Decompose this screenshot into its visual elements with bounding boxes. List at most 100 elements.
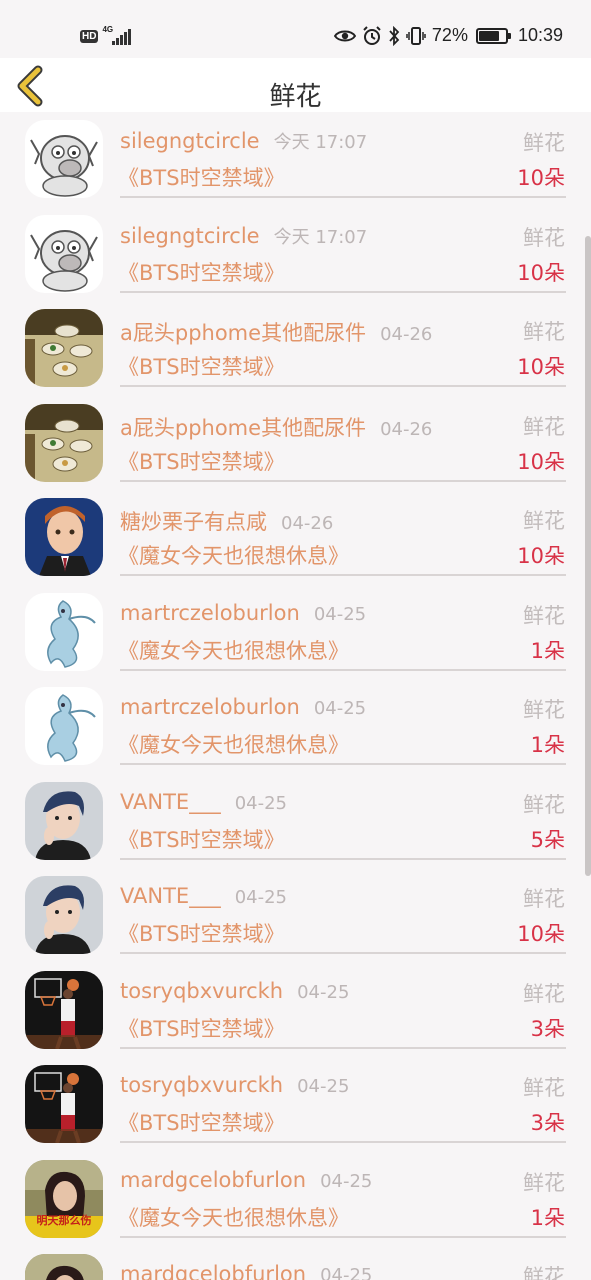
user-name-text: martrczeloburlon: [120, 600, 300, 625]
flower-count: 1朵: [530, 1205, 565, 1230]
man-avatar[interactable]: [25, 781, 103, 860]
bowls-avatar[interactable]: [25, 309, 103, 387]
user-name[interactable]: silegngtcircle 今天 17:07: [120, 223, 367, 249]
divider: [120, 196, 566, 198]
status-left: HD 4G: [80, 26, 132, 46]
divider: [120, 290, 566, 293]
flower-count: 10朵: [517, 260, 565, 285]
book-title-link[interactable]: 《魔女今天也很想休息》: [118, 729, 349, 759]
gift-type-label: 鲜花: [523, 509, 565, 533]
user-name[interactable]: silegngtcircle 今天 17:07: [120, 128, 367, 154]
elephant-avatar[interactable]: [25, 120, 103, 198]
list-item[interactable]: 明天那么伤 mardgcelobfurlon 04-25 鲜花 《魔女今天也很想休息》 1…: [0, 1152, 591, 1247]
user-name[interactable]: tosryqbxvurckh 04-25: [120, 979, 349, 1003]
book-title-link[interactable]: 《BTS时空禁域》: [118, 446, 285, 476]
bowls-avatar[interactable]: [25, 403, 103, 482]
gift-type-label: 鲜花: [523, 1076, 565, 1100]
user-name[interactable]: tosryqbxvurckh 04-25: [120, 1073, 349, 1097]
flower-count: 1朵: [530, 638, 565, 663]
gift-type-label: 鲜花: [523, 320, 565, 344]
flower-count: 10朵: [517, 544, 565, 568]
avatar-caption: 明天那么伤: [36, 1213, 92, 1227]
book-title-link[interactable]: 《BTS时空禁域》: [118, 918, 285, 948]
list-item[interactable]: martrczeloburlon 04-25 鲜花 《魔女今天也很想休息》 1朵: [0, 585, 591, 680]
creature-avatar[interactable]: [25, 592, 103, 671]
user-name-text: martrczeloburlon: [120, 695, 300, 719]
gift-type-label: 鲜花: [523, 414, 565, 439]
girl-avatar[interactable]: 明天那么伤: [25, 1159, 103, 1238]
user-name-text: a屁头pphome其他配尿件: [120, 415, 367, 440]
flower-count: 3朵: [530, 1111, 565, 1135]
book-title-link[interactable]: 《BTS时空禁域》: [118, 824, 285, 854]
flower-count: 10朵: [517, 355, 565, 379]
creature-avatar[interactable]: [25, 687, 103, 765]
alarm-icon: [363, 25, 381, 45]
book-title-link[interactable]: 《BTS时空禁域》: [118, 351, 285, 381]
user-name-text: 糖炒栗子有点咸: [120, 510, 267, 534]
scrollbar[interactable]: [585, 236, 591, 876]
flower-count: 3朵: [530, 1016, 565, 1041]
book-title-link[interactable]: 《魔女今天也很想休息》: [118, 540, 349, 570]
list-item[interactable]: tosryqbxvurckh 04-25 鲜花 《BTS时空禁域》 3朵: [0, 963, 591, 1058]
divider: [120, 668, 566, 671]
list-item[interactable]: martrczeloburlon 04-25 鲜花 《魔女今天也很想休息》 1朵: [0, 679, 591, 774]
user-name[interactable]: a屁头pphome其他配尿件 04-26: [120, 317, 432, 347]
user-name-text: silegngtcircle: [120, 129, 260, 153]
basketball-avatar[interactable]: [25, 970, 103, 1049]
gift-type-label: 鲜花: [523, 887, 565, 911]
list-item[interactable]: VANTE___ 04-25 鲜花《BTS时空禁域》 10朵: [0, 868, 591, 963]
user-name-text: mardgcelobfurlon: [120, 1167, 307, 1192]
gift-date: 今天 17:07: [273, 226, 368, 248]
book-title-link[interactable]: 《BTS时空禁域》: [118, 162, 285, 192]
boy-avatar[interactable]: [25, 498, 103, 576]
list-item[interactable]: silegngtcircle 今天 17:07 鲜花 《BTS时空禁域》 10朵: [0, 112, 591, 207]
divider: [120, 574, 566, 576]
flower-count: 10朵: [517, 166, 565, 190]
book-title-link[interactable]: 《BTS时空禁域》: [118, 257, 285, 287]
gift-date: 04-25: [234, 792, 288, 814]
book-title-link[interactable]: 《BTS时空禁域》: [118, 1013, 285, 1043]
man-avatar[interactable]: [25, 876, 103, 954]
user-name-text: a屁头pphome其他配尿件: [120, 321, 367, 345]
gift-type-label: 鲜花: [523, 698, 565, 722]
user-name-text: VANTE___: [120, 789, 221, 814]
basketball-avatar[interactable]: [25, 1065, 103, 1143]
list-item[interactable]: silegngtcircle 今天 17:07 鲜花 《BTS时空禁域》 10朵: [0, 207, 591, 302]
user-name[interactable]: a屁头pphome其他配尿件 04-26: [120, 412, 432, 442]
user-name[interactable]: 糖炒栗子有点咸 04-26: [120, 506, 333, 536]
page-title: 鲜花: [269, 82, 322, 112]
user-name[interactable]: martrczeloburlon 04-25: [120, 695, 366, 719]
user-name-text: VANTE___: [120, 884, 221, 908]
book-title-link[interactable]: 《魔女今天也很想休息》: [118, 635, 349, 665]
gift-date: 04-25: [297, 981, 350, 1003]
status-right: 72% 10:39: [333, 25, 563, 46]
divider: [120, 385, 566, 387]
flower-count: 10朵: [517, 449, 565, 474]
bluetooth-icon: [389, 25, 400, 46]
flower-count: 10朵: [517, 922, 565, 946]
user-name[interactable]: mardgcelobfurlon 04-25: [120, 1262, 372, 1280]
user-name[interactable]: mardgcelobfurlon 04-25: [120, 1168, 372, 1192]
book-title-link[interactable]: 《魔女今天也很想休息》: [118, 1202, 349, 1232]
list-item[interactable]: a屁头pphome其他配尿件 04-26 鲜花《BTS时空禁域》 10朵: [0, 301, 591, 396]
elephant-avatar[interactable]: [25, 214, 103, 293]
divider: [120, 1235, 566, 1238]
book-title-link[interactable]: 《BTS时空禁域》: [118, 1107, 285, 1137]
list-item[interactable]: a屁头pphome其他配尿件 04-26 鲜花《BTS时空禁域》 10朵: [0, 396, 591, 491]
divider: [120, 763, 566, 765]
list-item[interactable]: mardgcelobfurlon04-25鲜花《魔女今天也很想休息》1朵: [0, 1246, 591, 1280]
hd-icon: HD: [80, 29, 99, 43]
girl-avatar[interactable]: [25, 1254, 103, 1280]
divider: [120, 479, 566, 482]
list-item[interactable]: 糖炒栗子有点咸 04-26 鲜花《魔女今天也很想休息》 10朵: [0, 490, 591, 585]
divider: [120, 857, 566, 860]
gift-date: 04-26: [281, 513, 334, 534]
list-item[interactable]: tosryqbxvurckh 04-25 鲜花《BTS时空禁域》 3朵: [0, 1057, 591, 1152]
user-name[interactable]: martrczeloburlon 04-25: [120, 601, 366, 625]
user-name[interactable]: VANTE___ 04-25: [120, 790, 287, 814]
user-name[interactable]: VANTE___ 04-25: [120, 884, 287, 908]
divider: [120, 1046, 566, 1049]
gift-date: 04-25: [320, 1265, 373, 1280]
list-item[interactable]: VANTE___ 04-25 鲜花 《BTS时空禁域》 5朵: [0, 774, 591, 869]
user-name-text: silegngtcircle: [120, 223, 260, 248]
